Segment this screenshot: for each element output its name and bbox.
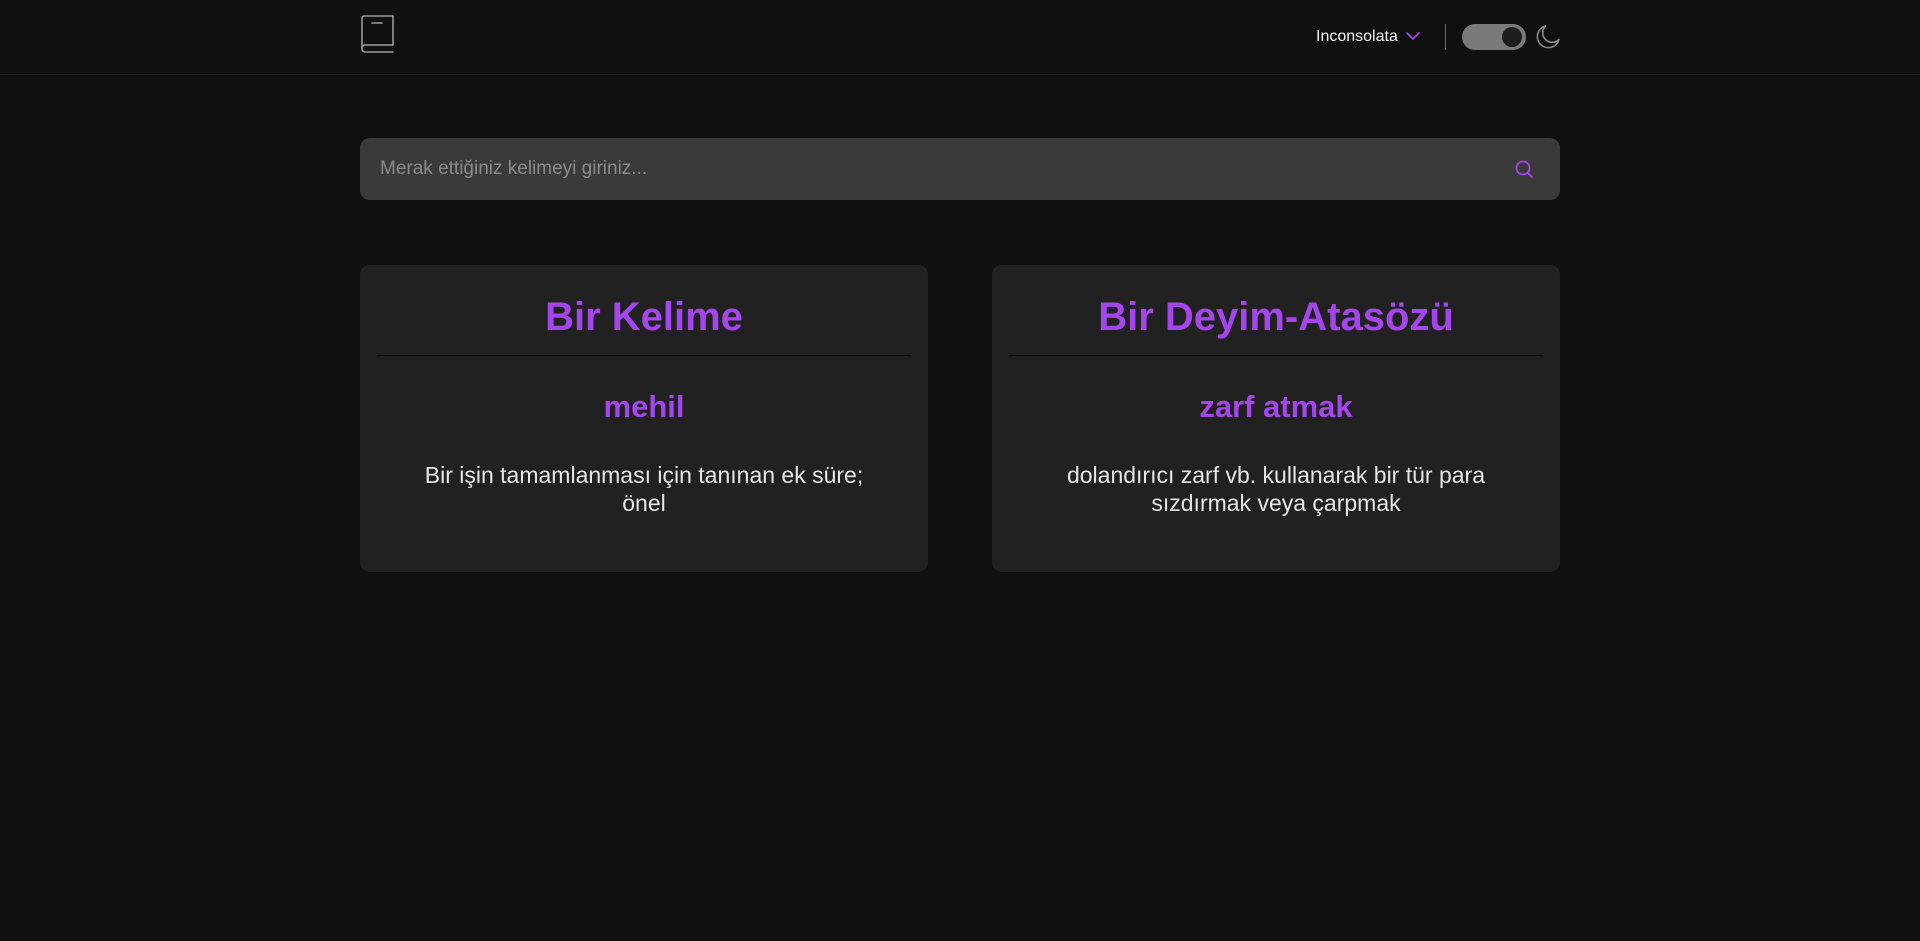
card-term[interactable]: zarf atmak bbox=[992, 389, 1560, 425]
idiom-of-day-card: Bir Deyim-Atasözü zarf atmak dolandırıcı… bbox=[992, 265, 1560, 572]
font-family-selected: Inconsolata bbox=[1316, 28, 1398, 45]
header-divider bbox=[1445, 24, 1446, 50]
card-definition: Bir işin tamamlanması için tanınan ek sü… bbox=[424, 462, 864, 516]
word-of-day-card: Bir Kelime mehil Bir işin tamamlanması i… bbox=[360, 265, 928, 572]
card-title: Bir Kelime bbox=[545, 295, 743, 339]
card-divider bbox=[1009, 355, 1543, 356]
theme-toggle[interactable] bbox=[1462, 24, 1526, 50]
search-icon[interactable] bbox=[1513, 158, 1535, 180]
card-term[interactable]: mehil bbox=[360, 389, 928, 425]
top-bar: Inconsolata bbox=[0, 0, 1920, 75]
card-divider bbox=[377, 355, 911, 356]
search-input[interactable] bbox=[360, 138, 1490, 200]
theme-toggle-knob bbox=[1502, 27, 1522, 47]
chevron-down-icon bbox=[1406, 28, 1420, 46]
card-title: Bir Deyim-Atasözü bbox=[1098, 295, 1454, 339]
moon-icon bbox=[1534, 23, 1562, 51]
book-icon[interactable] bbox=[360, 15, 396, 55]
search-bar bbox=[360, 138, 1560, 200]
font-family-dropdown[interactable]: Inconsolata bbox=[1316, 26, 1420, 48]
card-definition: dolandırıcı zarf vb. kullanarak bir tür … bbox=[1066, 462, 1486, 516]
